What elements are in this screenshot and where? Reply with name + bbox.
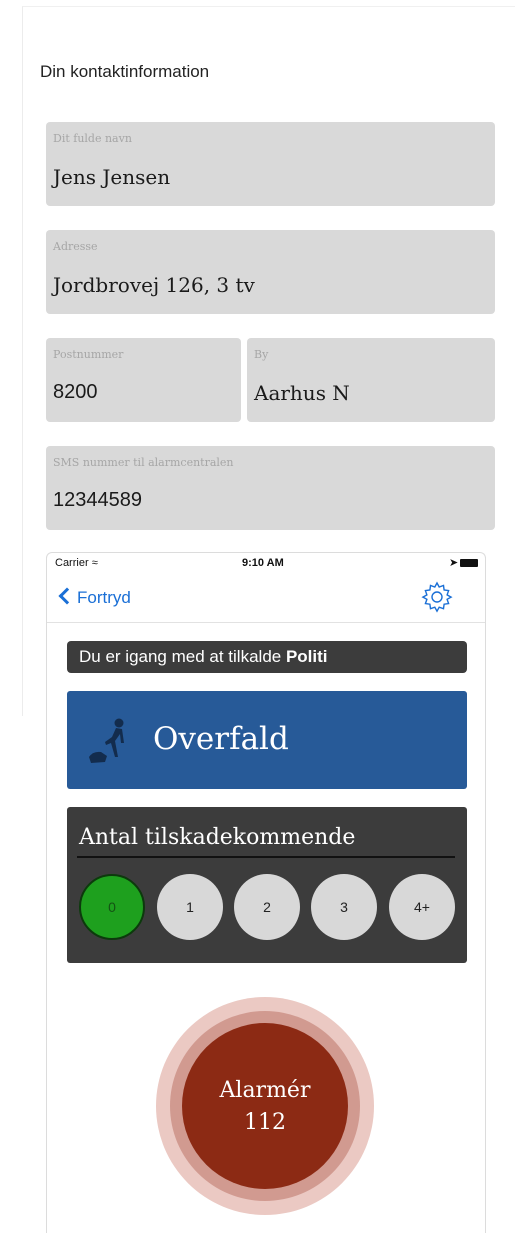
city-label: By (254, 348, 269, 361)
assault-icon (89, 718, 124, 763)
injured-option-1[interactable]: 1 (157, 874, 223, 940)
alarm-button-halo: Alarmér 112 (156, 997, 374, 1215)
injured-option-2[interactable]: 2 (234, 874, 300, 940)
chevron-left-icon (58, 587, 76, 605)
back-label: Fortryd (77, 588, 131, 607)
injured-option-3[interactable]: 3 (311, 874, 377, 940)
name-label: Dit fulde navn (53, 132, 132, 145)
city-value: Aarhus N (254, 381, 350, 405)
wifi-icon: ≈ (91, 557, 98, 569)
injured-option-0[interactable]: 0 (79, 874, 145, 940)
zip-field[interactable]: Postnummer 8200 (46, 338, 241, 422)
address-value: Jordbrovej 126, 3 tv (53, 273, 255, 297)
name-field[interactable]: Dit fulde navn Jens Jensen (46, 122, 495, 206)
injured-count-panel: Antal tilskadekommende 0 1 2 3 4+ (67, 807, 467, 963)
divider (77, 856, 455, 858)
address-field[interactable]: Adresse Jordbrovej 126, 3 tv (46, 230, 495, 314)
back-button[interactable]: Fortryd (58, 587, 131, 608)
contact-section-title: Din kontaktinformation (40, 62, 210, 81)
name-value: Jens Jensen (53, 165, 171, 189)
incident-type-card[interactable]: Overfald (67, 691, 467, 789)
address-label: Adresse (53, 240, 98, 253)
gear-icon[interactable] (419, 579, 455, 615)
status-time: 9:10 AM (242, 557, 284, 569)
calling-banner-service: Politi (285, 647, 328, 666)
nav-bar: Fortryd (47, 573, 485, 623)
location-arrow-icon: ➤ (449, 557, 459, 569)
calling-banner-prefix: Du er igang med at tilkalde (79, 647, 286, 666)
battery-icon (460, 559, 478, 567)
zip-value: 8200 (53, 381, 98, 403)
alarm-button-ring: Alarmér 112 (170, 1011, 360, 1201)
injured-count-title: Antal tilskadekommende (79, 825, 356, 850)
alarm-112-button[interactable]: Alarmér 112 (182, 1023, 348, 1189)
carrier-label: Carrier ≈ (55, 557, 98, 569)
sms-value: 12344589 (53, 489, 142, 511)
sms-label: SMS nummer til alarmcentralen (53, 456, 234, 469)
city-field[interactable]: By Aarhus N (247, 338, 495, 422)
sms-field[interactable]: SMS nummer til alarmcentralen 12344589 (46, 446, 495, 530)
calling-banner: Du er igang med at tilkalde Politi (67, 641, 467, 673)
alarm-label: Alarmér (219, 1078, 311, 1103)
status-bar: Carrier ≈ 9:10 AM ➤ (47, 557, 485, 571)
phone-screen: Carrier ≈ 9:10 AM ➤ Fortryd Du er igang … (46, 552, 486, 1233)
zip-label: Postnummer (53, 348, 124, 361)
incident-label: Overfald (153, 721, 289, 757)
alarm-number: 112 (244, 1110, 286, 1135)
injured-option-4plus[interactable]: 4+ (389, 874, 455, 940)
